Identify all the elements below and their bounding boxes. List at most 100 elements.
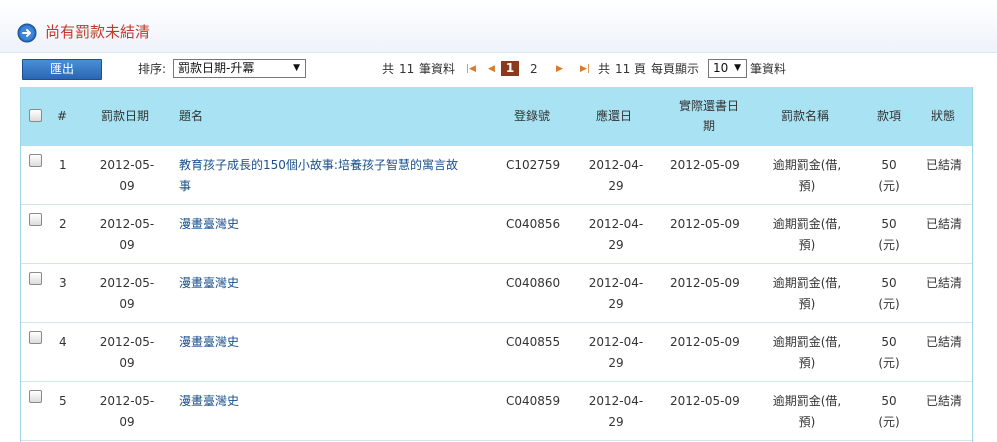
- cell-fine-name-line1: 逾期罰金(借,: [772, 394, 842, 408]
- cell-status: 已結清: [926, 394, 963, 408]
- cell-fine-date-line2: 09: [119, 179, 135, 193]
- chevron-down-icon: ▼: [293, 63, 300, 73]
- cell-title-line1: 漫畫臺灣史: [179, 276, 240, 290]
- cell-fine-date-line1: 2012-05-: [99, 394, 155, 408]
- cell-title-link[interactable]: 漫畫臺灣史: [179, 332, 494, 353]
- header-title: 題名: [179, 109, 204, 123]
- cell-amount: 50 (元): [871, 391, 907, 433]
- last-page-icon[interactable]: ▶|: [580, 61, 590, 77]
- cell-status: 已結清: [926, 217, 963, 231]
- cell-amount-line2: (元): [878, 415, 900, 429]
- cell-fine-name-line2: 預): [798, 356, 816, 370]
- per-page-suffix: 筆資料: [750, 62, 787, 76]
- cell-num: 5: [59, 394, 67, 408]
- cell-fine-date: 2012-05- 09: [93, 332, 161, 374]
- cell-status: 已結清: [926, 158, 963, 172]
- pager-total-pages: 11: [615, 62, 631, 76]
- table-row: 2 2012-05- 09 漫畫臺灣史 C040856 2012-04- 29 …: [21, 205, 972, 264]
- row-checkbox[interactable]: [29, 272, 42, 285]
- cell-title-link[interactable]: 教育孩子成長的150個小故事:培養孩子智慧的寓言故 事: [179, 155, 494, 197]
- header-divider: [0, 52, 997, 53]
- cell-fine-date-line2: 09: [119, 356, 135, 370]
- cell-amount-line1: 50: [881, 394, 897, 408]
- row-checkbox[interactable]: [29, 213, 42, 226]
- cell-due-date-line2: 29: [608, 238, 624, 252]
- cell-status: 已結清: [926, 335, 963, 349]
- cell-return-date: 2012-05-09: [670, 394, 740, 408]
- cell-amount-line2: (元): [878, 356, 900, 370]
- cell-due-date-line1: 2012-04-: [588, 335, 644, 349]
- cell-return-date: 2012-05-09: [670, 276, 740, 290]
- pager-total-prefix: 共: [382, 62, 395, 76]
- cell-due-date: 2012-04- 29: [583, 332, 649, 374]
- cell-title-line1: 漫畫臺灣史: [179, 335, 240, 349]
- cell-fine-date: 2012-05- 09: [93, 214, 161, 256]
- cell-title-link[interactable]: 漫畫臺灣史: [179, 273, 494, 294]
- export-button[interactable]: 匯出: [22, 59, 102, 80]
- cell-status: 已結清: [926, 276, 963, 290]
- cell-fine-name-line2: 預): [798, 415, 816, 429]
- header-amount: 款項: [877, 109, 902, 123]
- table-header: # 罰款日期 題名 登錄號 應還日 實際還書日 期 罰款名稱 款項 狀態: [21, 87, 972, 146]
- cell-due-date-line1: 2012-04-: [588, 394, 644, 408]
- cell-amount: 50 (元): [871, 214, 907, 256]
- cell-num: 1: [59, 158, 67, 172]
- cell-amount-line2: (元): [878, 238, 900, 252]
- header-fine-date: 罰款日期: [101, 109, 150, 123]
- cell-num: 2: [59, 217, 67, 231]
- cell-title-link[interactable]: 漫畫臺灣史: [179, 214, 494, 235]
- header-return-date-line2: 期: [702, 119, 715, 133]
- cell-barcode: C040860: [506, 276, 561, 290]
- cell-return-date: 2012-05-09: [670, 158, 740, 172]
- pager-total-records: 11: [399, 62, 415, 76]
- cell-title-line1: 漫畫臺灣史: [179, 394, 240, 408]
- cell-fine-name: 逾期罰金(借, 預): [765, 332, 849, 374]
- row-checkbox[interactable]: [29, 331, 42, 344]
- sort-label: 排序:: [138, 62, 167, 76]
- header-num: #: [57, 109, 68, 123]
- cell-fine-name-line2: 預): [798, 238, 816, 252]
- sort-select[interactable]: 罰款日期-升冪 ▼: [173, 59, 306, 78]
- table-row: 3 2012-05- 09 漫畫臺灣史 C040860 2012-04- 29 …: [21, 264, 972, 323]
- cell-due-date-line1: 2012-04-: [588, 217, 644, 231]
- cell-due-date: 2012-04- 29: [583, 214, 649, 256]
- cell-amount-line2: (元): [878, 179, 900, 193]
- table-row: 5 2012-05- 09 漫畫臺灣史 C040859 2012-04- 29 …: [21, 382, 972, 441]
- select-all-checkbox[interactable]: [29, 109, 42, 122]
- header-return-date-line1: 實際還書日: [678, 99, 739, 113]
- cell-due-date: 2012-04- 29: [583, 273, 649, 315]
- cell-due-date-line2: 29: [608, 415, 624, 429]
- sort-select-value: 罰款日期-升冪: [178, 61, 255, 75]
- cell-fine-date: 2012-05- 09: [93, 273, 161, 315]
- cell-amount: 50 (元): [871, 273, 907, 315]
- cell-return-date: 2012-05-09: [670, 335, 740, 349]
- cell-amount-line1: 50: [881, 276, 897, 290]
- row-checkbox[interactable]: [29, 154, 42, 167]
- first-page-icon[interactable]: |◀: [466, 61, 476, 77]
- prev-page-icon[interactable]: ◀: [488, 61, 495, 77]
- cell-amount: 50 (元): [871, 332, 907, 374]
- pager-pages-suffix: 頁: [634, 62, 647, 76]
- cell-title-line1: 漫畫臺灣史: [179, 217, 240, 231]
- cell-fine-date: 2012-05- 09: [93, 391, 161, 433]
- per-page-select[interactable]: 10 ▼: [708, 59, 747, 78]
- cell-fine-name-line1: 逾期罰金(借,: [772, 217, 842, 231]
- cell-amount-line1: 50: [881, 158, 897, 172]
- cell-due-date: 2012-04- 29: [583, 155, 649, 197]
- cell-return-date: 2012-05-09: [670, 217, 740, 231]
- cell-fine-name-line2: 預): [798, 179, 816, 193]
- page-link-2[interactable]: 2: [530, 61, 538, 77]
- header-status: 狀態: [931, 109, 956, 123]
- cell-fine-name-line1: 逾期罰金(借,: [772, 335, 842, 349]
- cell-fine-name: 逾期罰金(借, 預): [765, 273, 849, 315]
- row-checkbox[interactable]: [29, 390, 42, 403]
- cell-title-line1: 教育孩子成長的150個小故事:培養孩子智慧的寓言故: [179, 158, 458, 172]
- cell-title-link[interactable]: 漫畫臺灣史: [179, 391, 494, 412]
- next-page-icon[interactable]: ▶: [556, 61, 563, 77]
- fines-table: # 罰款日期 題名 登錄號 應還日 實際還書日 期 罰款名稱 款項 狀態 1 2…: [20, 87, 973, 442]
- table-row: 4 2012-05- 09 漫畫臺灣史 C040855 2012-04- 29 …: [21, 323, 972, 382]
- cell-num: 4: [59, 335, 67, 349]
- cell-title-line2: 事: [179, 179, 192, 193]
- cell-fine-date-line2: 09: [119, 238, 135, 252]
- cell-due-date-line1: 2012-04-: [588, 158, 644, 172]
